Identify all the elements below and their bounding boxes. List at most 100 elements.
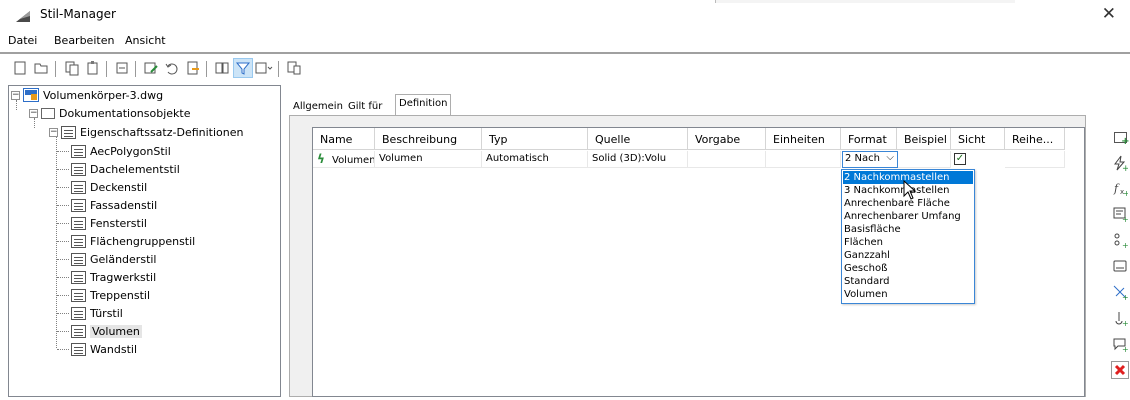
tab-definition[interactable]: Definition (395, 94, 452, 116)
add-material-icon[interactable]: + (1111, 335, 1129, 353)
new-icon[interactable] (10, 58, 30, 78)
tree-item-tragwerkstil[interactable]: Tragwerkstil (71, 268, 156, 286)
tree-item-deckenstil[interactable]: Deckenstil (71, 178, 147, 196)
tree-item-aecpolygonstil[interactable]: AecPolygonStil (71, 142, 171, 160)
add-anchor-icon[interactable]: + (1111, 283, 1129, 301)
style-icon (71, 180, 86, 194)
format-option-geschoss[interactable]: Geschoß (843, 262, 973, 275)
format-option-flaechen[interactable]: Flächen (843, 236, 973, 249)
delete-icon[interactable] (1111, 361, 1129, 379)
export-icon[interactable] (183, 58, 203, 78)
menu-bearbeiten[interactable]: Bearbeiten (54, 34, 114, 47)
add-classification-icon[interactable]: + (1111, 205, 1129, 223)
tree-item-volumen[interactable]: Volumen (71, 322, 142, 340)
toolbar-separator (206, 61, 207, 77)
tree-item-label: Wandstil (90, 342, 138, 356)
cell-beschreibung[interactable]: Volumen (375, 151, 482, 168)
tree-item-label: Fensterstil (90, 216, 147, 230)
cell-reihe[interactable] (1005, 151, 1065, 168)
tree-item-dachelementstil[interactable]: Dachelementstil (71, 160, 180, 178)
format-option-anrechenbarer-umfang[interactable]: Anrechenbarer Umfang (843, 210, 973, 223)
property-set-icon (61, 125, 76, 139)
cell-name-text: Volumen (332, 155, 375, 166)
column-header-beschreibung[interactable]: Beschreibung (375, 128, 482, 150)
column-header-reihe[interactable]: Reihe... (1005, 128, 1065, 150)
tree-line (57, 169, 69, 170)
copy-icon[interactable] (62, 58, 82, 78)
chevron-down-icon[interactable]: ⌵ (886, 152, 894, 163)
style-icon (71, 306, 86, 320)
tree-item-wandstil[interactable]: Wandstil (71, 340, 137, 358)
add-location-icon[interactable]: + (1111, 231, 1129, 249)
format-option-volumen[interactable]: Volumen (843, 288, 973, 301)
view-icon[interactable] (212, 58, 232, 78)
column-header-einheiten[interactable]: Einheiten (766, 128, 841, 150)
toggle-view-icon[interactable] (254, 58, 274, 78)
column-header-name[interactable]: Name (313, 128, 375, 150)
paste-icon[interactable] (83, 58, 103, 78)
tree-line (57, 187, 69, 188)
purge-icon[interactable] (112, 58, 132, 78)
tree-node-dokumentationsobjekte[interactable]: − Dokumentationsobjekte (29, 104, 191, 122)
tree-item-flaechengruppenstil[interactable]: Flächengruppenstil (71, 232, 195, 250)
column-header-typ[interactable]: Typ (482, 128, 588, 150)
column-header-format[interactable]: Format (841, 128, 897, 150)
style-icon (71, 144, 86, 158)
column-header-vorgabe[interactable]: Vorgabe (688, 128, 766, 150)
column-header-sicht[interactable]: Sicht (951, 128, 1005, 150)
svg-text:+: + (1123, 189, 1128, 196)
format-option-ganzzahl[interactable]: Ganzzahl (843, 249, 973, 262)
tree-node-label: Eigenschaftssatz-Definitionen (80, 125, 244, 139)
add-formula-icon[interactable]: f x + (1111, 179, 1129, 197)
style-icon (71, 324, 86, 338)
cell-einheiten[interactable] (766, 151, 841, 168)
toolbar-separator (278, 61, 279, 77)
tree-item-tuerstil[interactable]: Türstil (71, 304, 123, 322)
column-header-quelle[interactable]: Quelle (588, 128, 688, 150)
add-graphic-icon[interactable] (1111, 257, 1129, 275)
tree-item-label: Türstil (90, 306, 123, 320)
tab-allgemein[interactable]: Allgemein (289, 96, 347, 115)
style-tree[interactable]: − Volumenkörper-3.dwg − Dokumentationsob… (8, 85, 281, 397)
svg-text:+: + (1122, 345, 1128, 352)
cell-quelle[interactable]: Solid (3D):Volu (588, 151, 688, 168)
style-icon (71, 252, 86, 266)
menu-ansicht[interactable]: Ansicht (125, 34, 166, 47)
tree-item-treppenstil[interactable]: Treppenstil (71, 286, 150, 304)
undo-icon[interactable] (162, 58, 182, 78)
style-icon (71, 198, 86, 212)
tab-gilt-fuer[interactable]: Gilt für (344, 96, 386, 115)
cell-typ[interactable]: Automatisch (482, 151, 588, 168)
cell-name[interactable]: ϟ Volumen (313, 151, 375, 168)
format-option-basisflaeche[interactable]: Basisfläche (843, 223, 973, 236)
window-title: Stil-Manager (40, 7, 116, 21)
format-combobox[interactable]: 2 Nach ⌵ (842, 151, 898, 168)
sicht-checkbox[interactable]: ✓ (954, 153, 966, 165)
add-group-icon[interactable]: + (1111, 309, 1129, 327)
tree-node-eigenschaftssatz-definitionen[interactable]: − Eigenschaftssatz-Definitionen (49, 123, 243, 141)
toolbar-separator (106, 61, 107, 77)
column-header-beispiel[interactable]: Beispiel (897, 128, 951, 150)
filter-icon[interactable] (233, 58, 253, 78)
display-icon[interactable] (284, 58, 304, 78)
style-icon (71, 288, 86, 302)
add-property-icon[interactable]: + (1111, 128, 1130, 146)
tree-item-fensterstil[interactable]: Fensterstil (71, 214, 147, 232)
collapse-icon[interactable]: − (11, 90, 20, 100)
close-icon[interactable]: ✕ (1102, 4, 1116, 24)
edit-icon[interactable] (141, 58, 161, 78)
tree-item-fassadenstil[interactable]: Fassadenstil (71, 196, 157, 214)
menu-datei[interactable]: Datei (8, 34, 37, 47)
collapse-icon[interactable]: − (49, 127, 58, 137)
tree-line (57, 277, 69, 278)
tree-node-root[interactable]: − Volumenkörper-3.dwg (11, 86, 163, 104)
collapse-icon[interactable]: − (29, 108, 38, 118)
svg-text:f: f (1113, 182, 1120, 195)
svg-text:+: + (1122, 164, 1128, 171)
cell-vorgabe[interactable] (688, 151, 766, 168)
open-icon[interactable] (31, 58, 51, 78)
svg-text:+: + (1122, 319, 1128, 326)
add-automatic-property-icon[interactable]: + (1111, 154, 1129, 172)
format-option-standard[interactable]: Standard (843, 275, 973, 288)
tree-item-gelaenderstil[interactable]: Geländerstil (71, 250, 157, 268)
